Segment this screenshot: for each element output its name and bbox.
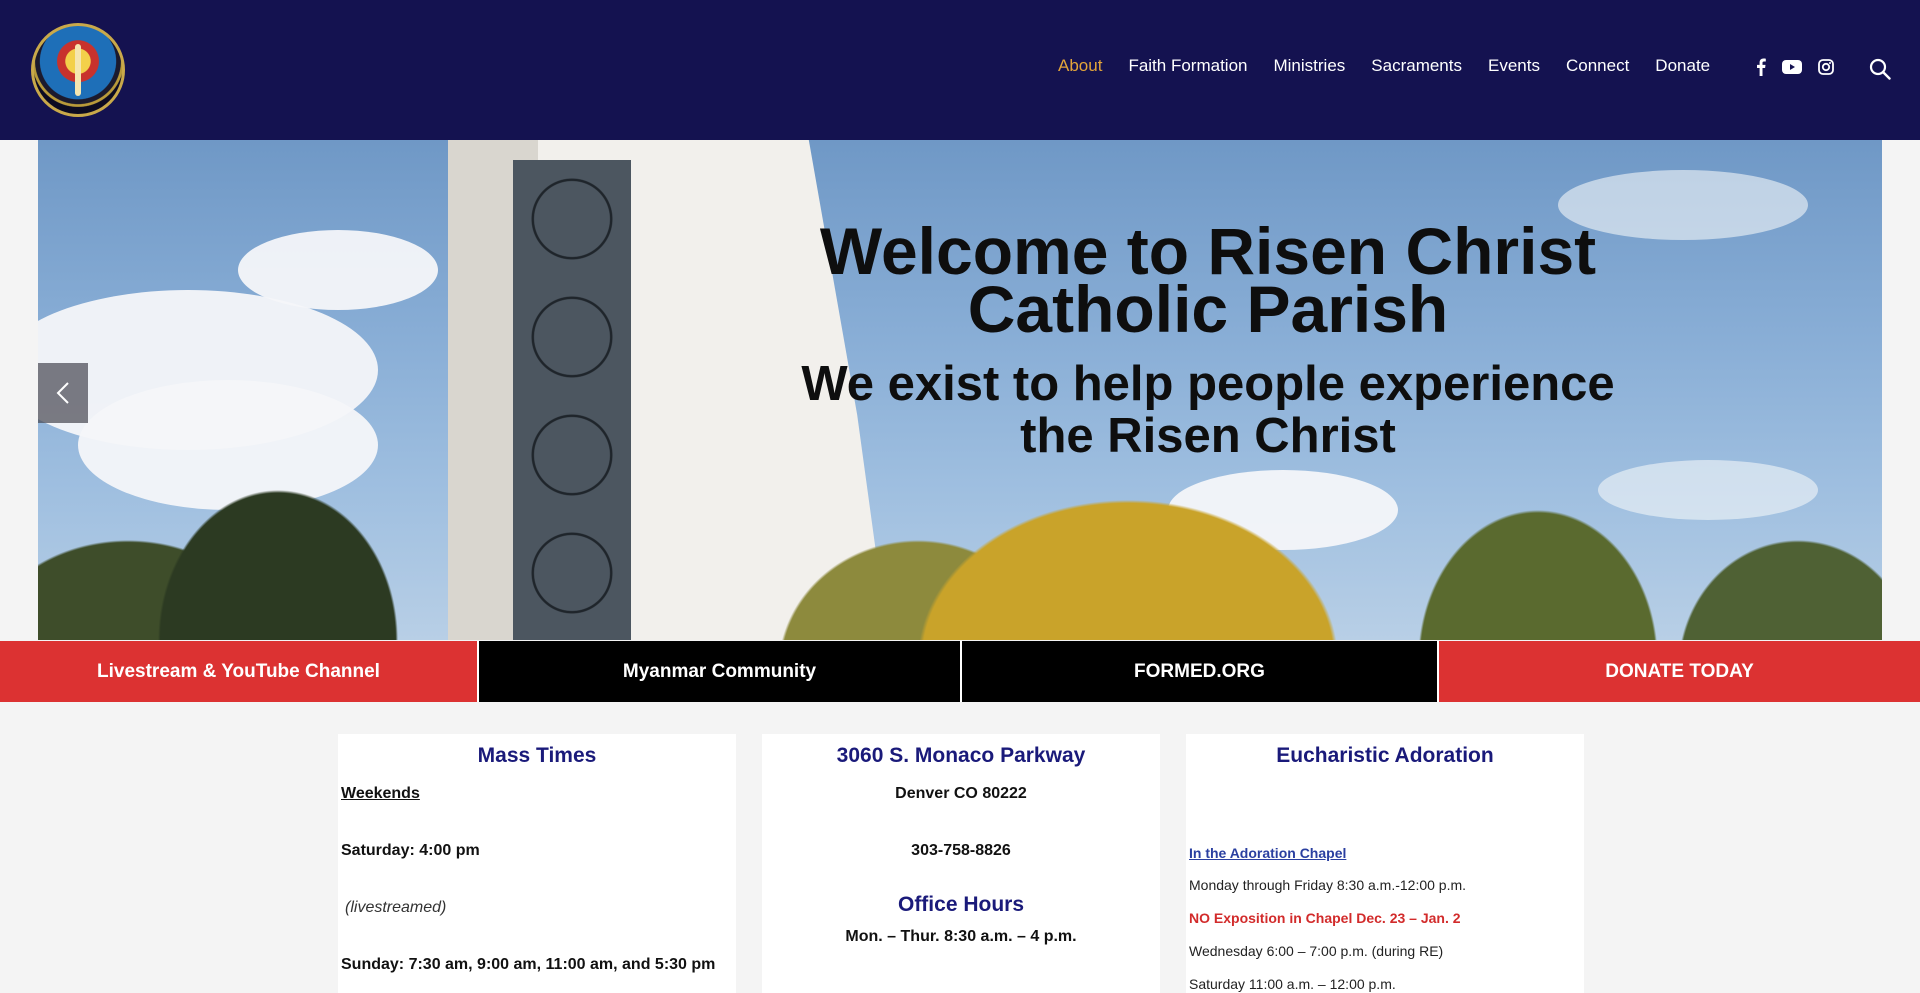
saturday-mass: Saturday: 4:00 pm bbox=[341, 842, 480, 859]
search-icon[interactable] bbox=[1869, 58, 1891, 85]
cloud-shape bbox=[238, 230, 438, 310]
mass-times-title: Mass Times bbox=[477, 744, 597, 767]
youtube-icon[interactable] bbox=[1782, 60, 1802, 79]
livestream-note: (livestreamed) bbox=[345, 899, 447, 916]
nav-ministries[interactable]: Ministries bbox=[1273, 56, 1345, 76]
phone-number: 303-758-8826 bbox=[911, 842, 1011, 859]
nav-about[interactable]: About bbox=[1058, 56, 1102, 76]
myanmar-community-button[interactable]: Myanmar Community bbox=[479, 641, 962, 702]
facebook-icon[interactable] bbox=[1756, 58, 1766, 81]
nav-donate[interactable]: Donate bbox=[1655, 56, 1710, 76]
street-address: 3060 S. Monaco Parkway bbox=[836, 744, 1086, 767]
nav-events[interactable]: Events bbox=[1488, 56, 1540, 76]
sunday-mass: Sunday: 7:30 am, 9:00 am, 11:00 am, and … bbox=[341, 956, 716, 973]
social-links bbox=[1756, 58, 1834, 81]
parish-logo[interactable] bbox=[31, 23, 125, 117]
city-zip: Denver CO 80222 bbox=[895, 785, 1027, 802]
adoration-title: Eucharistic Adoration bbox=[1276, 744, 1494, 767]
adoration-card: Eucharistic Adoration In the Adoration C… bbox=[1186, 734, 1584, 993]
nav-sacraments[interactable]: Sacraments bbox=[1371, 56, 1462, 76]
hero-subtitle: We exist to help people experience the R… bbox=[801, 357, 1615, 463]
weekends-heading: Weekends bbox=[341, 785, 420, 802]
adoration-saturday: Saturday 11:00 a.m. – 12:00 p.m. bbox=[1189, 976, 1396, 992]
instagram-icon[interactable] bbox=[1818, 59, 1834, 80]
hero-title: Welcome to Risen Christ Catholic Parish bbox=[819, 214, 1597, 346]
slider-prev-button[interactable] bbox=[38, 363, 88, 423]
quick-links-bar: Livestream & YouTube Channel Myanmar Com… bbox=[0, 641, 1920, 702]
info-cards: Mass Times Weekends Saturday: 4:00 pm (l… bbox=[338, 734, 1584, 993]
main-nav: About Faith Formation Ministries Sacrame… bbox=[1058, 56, 1736, 76]
formed-button[interactable]: FORMED.ORG bbox=[962, 641, 1439, 702]
livestream-button[interactable]: Livestream & YouTube Channel bbox=[0, 641, 479, 702]
address-card: 3060 S. Monaco Parkway Denver CO 80222 3… bbox=[762, 734, 1160, 993]
hero-slider: Welcome to Risen Christ Catholic Parish … bbox=[38, 140, 1882, 640]
nav-connect[interactable]: Connect bbox=[1566, 56, 1629, 76]
mass-times-card: Mass Times Weekends Saturday: 4:00 pm (l… bbox=[338, 734, 736, 993]
donate-today-button[interactable]: DONATE TODAY bbox=[1439, 641, 1920, 702]
site-header: About Faith Formation Ministries Sacrame… bbox=[0, 0, 1920, 140]
adoration-weekday: Monday through Friday 8:30 a.m.-12:00 p.… bbox=[1189, 877, 1467, 893]
office-hours: Mon. – Thur. 8:30 a.m. – 4 p.m. bbox=[845, 928, 1077, 945]
chevron-left-icon bbox=[56, 382, 69, 404]
adoration-wednesday: Wednesday 6:00 – 7:00 p.m. (during RE) bbox=[1189, 943, 1444, 959]
adoration-chapel-link[interactable]: In the Adoration Chapel bbox=[1189, 845, 1346, 861]
nav-faith-formation[interactable]: Faith Formation bbox=[1128, 56, 1247, 76]
office-hours-title: Office Hours bbox=[897, 893, 1025, 916]
exposition-notice: NO Exposition in Chapel Dec. 23 – Jan. 2 bbox=[1189, 910, 1461, 926]
